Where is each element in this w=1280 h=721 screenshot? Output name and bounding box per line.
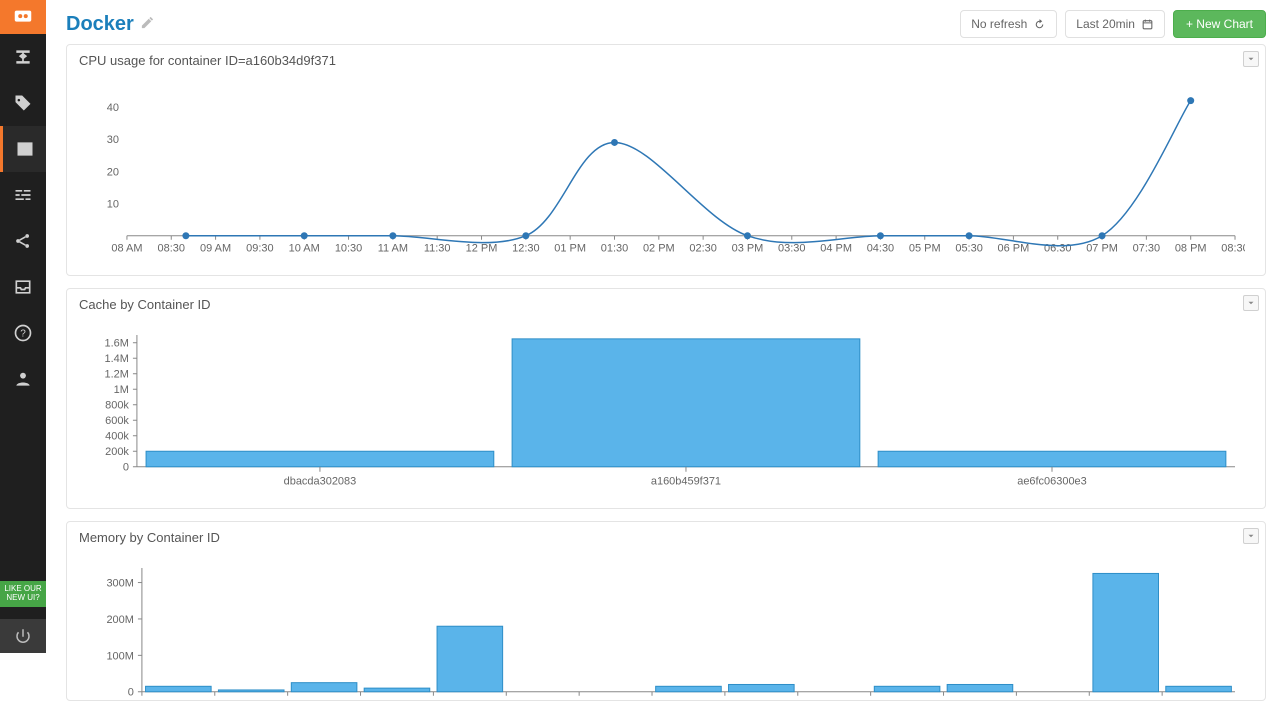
svg-text:08:30: 08:30 (158, 243, 185, 255)
sidebar-item-help[interactable]: ? (0, 310, 46, 356)
svg-text:01 PM: 01 PM (554, 243, 586, 255)
svg-text:02:30: 02:30 (689, 243, 716, 255)
panel-memory-title: Memory by Container ID (67, 522, 1265, 554)
svg-text:04 PM: 04 PM (820, 243, 852, 255)
chevron-down-icon (1246, 298, 1256, 308)
svg-text:1.2M: 1.2M (105, 368, 129, 380)
svg-text:05:30: 05:30 (955, 243, 982, 255)
svg-text:09 AM: 09 AM (200, 243, 231, 255)
panel-cpu-collapse[interactable] (1243, 51, 1259, 67)
sidebar-item-share[interactable] (0, 218, 46, 264)
page-title-text: Docker (66, 13, 134, 36)
timerange-label: Last 20min (1076, 17, 1135, 31)
svg-text:10: 10 (107, 199, 119, 211)
svg-text:1.4M: 1.4M (105, 353, 129, 365)
svg-text:30: 30 (107, 134, 119, 146)
new-ui-badge[interactable]: LIKE OUR NEW UI? (0, 581, 46, 607)
svg-text:600k: 600k (105, 415, 129, 427)
svg-text:800k: 800k (105, 399, 129, 411)
main-content: Docker No refresh Last 20min + New Chart… (46, 0, 1280, 721)
memory-chart: 0100M200M300M (67, 554, 1265, 700)
svg-text:12:30: 12:30 (512, 243, 539, 255)
svg-text:05 PM: 05 PM (909, 243, 941, 255)
chevron-down-icon (1246, 54, 1256, 64)
cpu-chart: 10 20 30 40 08 AM 08:30 09 AM 09:30 10 AM 10:30 11… (67, 77, 1265, 275)
svg-text:03 PM: 03 PM (732, 243, 764, 255)
panel-cpu: CPU usage for container ID=a160b34d9f371… (66, 44, 1266, 276)
svg-text:200M: 200M (106, 614, 133, 626)
svg-text:?: ? (20, 328, 26, 339)
cache-chart: 0 200k 400k 600k 800k 1M 1.2M 1.4M 1.6M dbacda302… (67, 321, 1265, 509)
svg-text:01:30: 01:30 (601, 243, 628, 255)
svg-text:10:30: 10:30 (335, 243, 362, 255)
svg-text:04:30: 04:30 (867, 243, 894, 255)
svg-text:06:30: 06:30 (1044, 243, 1071, 255)
svg-text:20: 20 (107, 166, 119, 178)
refresh-label: No refresh (971, 17, 1027, 31)
logout-button[interactable] (0, 619, 46, 653)
sidebar-item-account[interactable] (0, 356, 46, 402)
sidebar-item-integrations[interactable] (0, 172, 46, 218)
sidebar: ? LIKE OUR NEW UI? (0, 0, 46, 653)
panel-cache-title: Cache by Container ID (67, 289, 1265, 321)
svg-text:0: 0 (128, 687, 134, 698)
sidebar-item-storage[interactable] (0, 34, 46, 80)
svg-text:08:30: 08:30 (1221, 243, 1245, 255)
svg-text:40: 40 (107, 102, 119, 114)
chevron-down-icon (1246, 531, 1256, 541)
calendar-icon (1141, 18, 1154, 31)
page-header: Docker No refresh Last 20min + New Chart (66, 10, 1266, 38)
app-logo[interactable] (0, 0, 46, 34)
panel-cache-collapse[interactable] (1243, 295, 1259, 311)
sidebar-item-tags[interactable] (0, 80, 46, 126)
panel-memory: Memory by Container ID 0100M200M300M (66, 521, 1266, 701)
svg-text:ae6fc06300e3: ae6fc06300e3 (1017, 475, 1087, 487)
page-title: Docker (66, 13, 155, 36)
svg-text:06 PM: 06 PM (998, 243, 1030, 255)
svg-text:0: 0 (123, 461, 129, 473)
svg-text:1.6M: 1.6M (105, 337, 129, 349)
svg-text:09:30: 09:30 (246, 243, 273, 255)
svg-text:a160b459f371: a160b459f371 (651, 475, 721, 487)
svg-text:200k: 200k (105, 446, 129, 458)
svg-text:dbacda302083: dbacda302083 (284, 475, 357, 487)
svg-text:08 AM: 08 AM (111, 243, 142, 255)
svg-text:1M: 1M (114, 384, 129, 396)
panel-memory-collapse[interactable] (1243, 528, 1259, 544)
svg-text:11:30: 11:30 (424, 243, 451, 255)
svg-text:400k: 400k (105, 430, 129, 442)
new-chart-button[interactable]: + New Chart (1173, 10, 1266, 38)
svg-text:02 PM: 02 PM (643, 243, 675, 255)
svg-text:08 PM: 08 PM (1175, 243, 1207, 255)
pencil-icon[interactable] (140, 13, 155, 36)
sidebar-item-inbox[interactable] (0, 264, 46, 310)
svg-text:07 PM: 07 PM (1086, 243, 1118, 255)
header-actions: No refresh Last 20min + New Chart (960, 10, 1266, 38)
svg-text:11 AM: 11 AM (378, 243, 408, 255)
new-chart-label: + New Chart (1186, 17, 1253, 31)
svg-text:300M: 300M (106, 578, 133, 590)
panel-cpu-title: CPU usage for container ID=a160b34d9f371 (67, 45, 1265, 77)
svg-text:07:30: 07:30 (1133, 243, 1160, 255)
svg-text:10 AM: 10 AM (289, 243, 320, 255)
svg-text:12 PM: 12 PM (466, 243, 498, 255)
timerange-dropdown[interactable]: Last 20min (1065, 10, 1165, 38)
sidebar-item-dashboards[interactable] (0, 126, 46, 172)
refresh-dropdown[interactable]: No refresh (960, 10, 1057, 38)
refresh-icon (1033, 18, 1046, 31)
svg-text:03:30: 03:30 (778, 243, 805, 255)
panel-cache: Cache by Container ID 0 200k 400k 600k 800k 1… (66, 288, 1266, 510)
